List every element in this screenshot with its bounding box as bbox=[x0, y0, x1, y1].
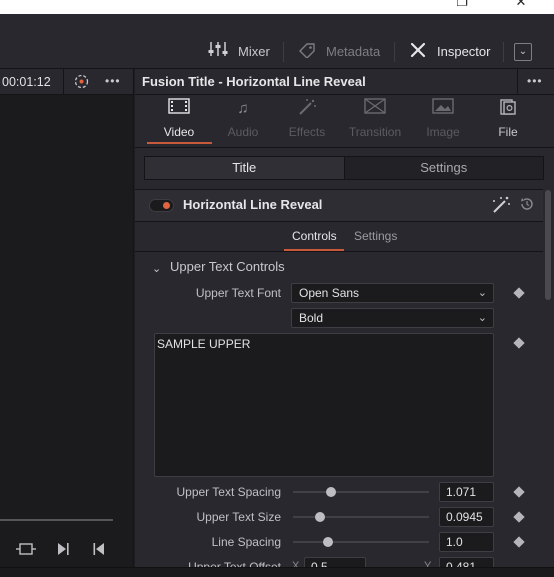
metadata-button[interactable]: Metadata bbox=[298, 38, 380, 64]
file-icon bbox=[476, 98, 540, 120]
tab-audio[interactable]: ♫ Audio bbox=[211, 98, 275, 139]
tab-file[interactable]: File bbox=[476, 98, 540, 139]
tabs-divider bbox=[135, 147, 554, 148]
music-note-icon: ♫ bbox=[237, 100, 249, 117]
mixer-button[interactable]: Mixer bbox=[208, 38, 270, 64]
window-title-strip: ❐ ✕ bbox=[0, 0, 554, 14]
title-settings-segmented-control: Title Settings bbox=[144, 156, 544, 180]
reset-icon[interactable] bbox=[519, 196, 535, 212]
tab-image[interactable]: Image bbox=[411, 98, 475, 139]
effect-enable-toggle[interactable] bbox=[149, 199, 174, 212]
font-label: Upper Text Font bbox=[195, 286, 281, 300]
scrubber-track[interactable] bbox=[0, 519, 113, 521]
inspector-button[interactable]: Inspector bbox=[409, 38, 490, 64]
tab-effects[interactable]: Effects bbox=[275, 98, 339, 139]
viewer-divider bbox=[63, 69, 64, 94]
collapse-chevron-icon[interactable]: ⌄ bbox=[514, 43, 532, 61]
font-dropdown[interactable]: Open Sans ⌄ bbox=[291, 283, 494, 303]
play-forward-icon[interactable] bbox=[56, 541, 70, 560]
transition-icon bbox=[343, 98, 407, 120]
magic-wand-icon bbox=[275, 98, 339, 120]
text-value: SAMPLE UPPER bbox=[157, 337, 251, 351]
tab-file-label: File bbox=[498, 125, 518, 139]
title-divider bbox=[517, 69, 518, 95]
inspector-title: Fusion Title - Horizontal Line Reveal bbox=[142, 74, 366, 89]
loop-playhead-icon[interactable] bbox=[73, 73, 90, 90]
tab-transition[interactable]: Transition bbox=[343, 98, 407, 139]
skip-to-start-icon[interactable] bbox=[92, 541, 106, 560]
font-style-dropdown[interactable]: Bold ⌄ bbox=[291, 308, 494, 328]
chevron-down-icon: ⌄ bbox=[477, 287, 487, 299]
inspector-label: Inspector bbox=[437, 43, 491, 59]
toolbar-divider bbox=[283, 42, 284, 62]
param-slider-track[interactable] bbox=[293, 541, 429, 543]
segment-title[interactable]: Title bbox=[145, 157, 344, 179]
tab-video-label: Video bbox=[163, 125, 195, 139]
toolbar-divider bbox=[394, 42, 395, 62]
tab-transition-label: Transition bbox=[348, 125, 402, 139]
param-value-field[interactable]: 1.071 bbox=[439, 482, 494, 502]
param-label: Upper Text Size bbox=[196, 510, 282, 524]
metadata-tag-icon bbox=[298, 42, 316, 61]
metadata-label: Metadata bbox=[326, 43, 381, 59]
active-tab-indicator bbox=[147, 142, 212, 144]
inspector-tools-icon bbox=[409, 41, 427, 62]
font-value: Open Sans bbox=[299, 286, 360, 300]
mixer-label: Mixer bbox=[238, 43, 270, 59]
chevron-down-icon: ⌄ bbox=[477, 312, 487, 324]
section-chevron-down-icon[interactable]: ⌄ bbox=[152, 262, 161, 275]
tab-effects-label: Effects bbox=[288, 125, 326, 139]
param-slider-track[interactable] bbox=[293, 516, 429, 518]
subtab-settings[interactable]: Settings bbox=[354, 229, 397, 243]
section-title[interactable]: Upper Text Controls bbox=[170, 259, 285, 274]
restore-icon[interactable]: ❐ bbox=[452, 0, 472, 10]
segment-settings[interactable]: Settings bbox=[343, 157, 544, 179]
subtab-controls[interactable]: Controls bbox=[292, 229, 337, 243]
open-in-fusion-wand-icon[interactable] bbox=[490, 195, 512, 215]
tab-video[interactable]: Video bbox=[147, 98, 211, 139]
inspector-more-icon[interactable]: ••• bbox=[527, 74, 543, 88]
param-value-field[interactable]: 0.0945 bbox=[439, 507, 494, 527]
viewer-header: 00:01:12 ••• bbox=[0, 69, 134, 95]
tab-audio-label: Audio bbox=[227, 125, 259, 139]
viewer-more-icon[interactable]: ••• bbox=[105, 74, 121, 88]
top-toolbar: Mixer Metadata Inspector ⌄ bbox=[0, 14, 554, 69]
timecode-display: 00:01:12 bbox=[2, 75, 51, 89]
font-style-value: Bold bbox=[299, 311, 324, 325]
image-icon bbox=[411, 98, 475, 120]
mixer-sliders-icon bbox=[208, 41, 228, 61]
inspector-scrollbar[interactable] bbox=[545, 190, 551, 300]
effect-name: Horizontal Line Reveal bbox=[183, 197, 323, 212]
tab-image-label: Image bbox=[426, 125, 460, 139]
bottom-status-bar bbox=[0, 567, 554, 577]
match-frame-icon[interactable] bbox=[16, 541, 36, 560]
film-strip-icon bbox=[147, 98, 211, 120]
param-value-field[interactable]: 1.0 bbox=[439, 532, 494, 552]
param-slider-track[interactable] bbox=[293, 491, 429, 493]
close-icon[interactable]: ✕ bbox=[511, 0, 531, 10]
text-input-area[interactable] bbox=[154, 333, 494, 477]
toggle-dot bbox=[163, 202, 170, 209]
param-label: Line Spacing bbox=[211, 535, 281, 549]
param-label: Upper Text Spacing bbox=[176, 485, 281, 499]
toolbar-divider bbox=[503, 42, 504, 62]
subtabs-divider bbox=[135, 251, 543, 252]
viewer-canvas bbox=[0, 95, 134, 567]
